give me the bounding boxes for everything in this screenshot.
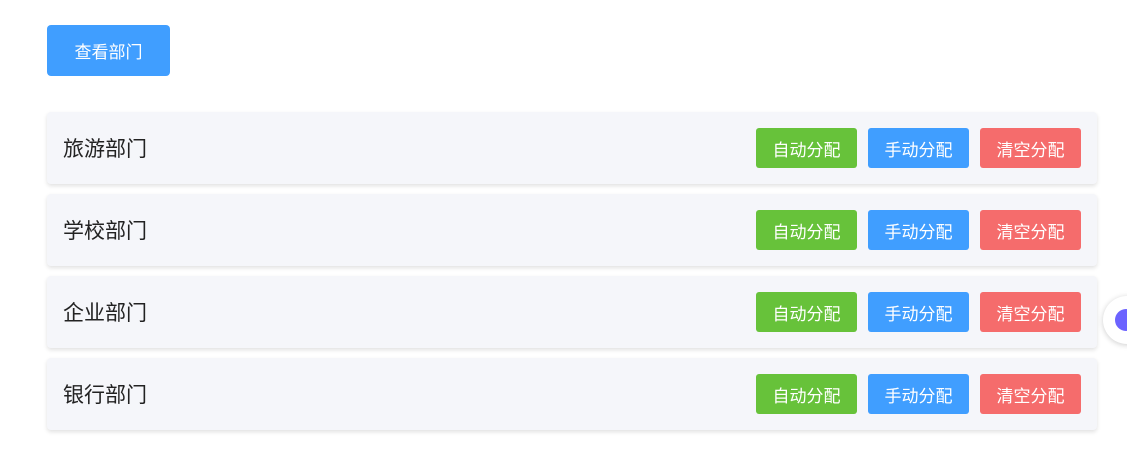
manual-assign-button[interactable]: 手动分配 xyxy=(868,210,969,250)
department-actions: 自动分配 手动分配 清空分配 xyxy=(756,374,1081,414)
view-departments-button[interactable]: 查看部门 xyxy=(47,25,170,76)
department-name: 旅游部门 xyxy=(63,137,147,161)
auto-assign-button[interactable]: 自动分配 xyxy=(756,210,857,250)
auto-assign-button[interactable]: 自动分配 xyxy=(756,292,857,332)
department-list: 旅游部门 自动分配 手动分配 清空分配 学校部门 自动分配 手动分配 清空分配 … xyxy=(47,112,1097,440)
department-actions: 自动分配 手动分配 清空分配 xyxy=(756,210,1081,250)
manual-assign-button[interactable]: 手动分配 xyxy=(868,374,969,414)
department-actions: 自动分配 手动分配 清空分配 xyxy=(756,128,1081,168)
clear-assign-button[interactable]: 清空分配 xyxy=(980,292,1081,332)
auto-assign-button[interactable]: 自动分配 xyxy=(756,128,857,168)
assistant-icon xyxy=(1115,309,1127,331)
auto-assign-button[interactable]: 自动分配 xyxy=(756,374,857,414)
manual-assign-button[interactable]: 手动分配 xyxy=(868,292,969,332)
page: 查看部门 旅游部门 自动分配 手动分配 清空分配 学校部门 自动分配 手动分配 … xyxy=(0,0,1127,460)
department-row: 旅游部门 自动分配 手动分配 清空分配 xyxy=(47,112,1097,184)
department-name: 学校部门 xyxy=(63,219,147,243)
department-actions: 自动分配 手动分配 清空分配 xyxy=(756,292,1081,332)
department-row: 企业部门 自动分配 手动分配 清空分配 xyxy=(47,276,1097,348)
department-name: 企业部门 xyxy=(63,301,147,325)
department-name: 银行部门 xyxy=(63,383,147,407)
clear-assign-button[interactable]: 清空分配 xyxy=(980,374,1081,414)
manual-assign-button[interactable]: 手动分配 xyxy=(868,128,969,168)
clear-assign-button[interactable]: 清空分配 xyxy=(980,210,1081,250)
department-row: 银行部门 自动分配 手动分配 清空分配 xyxy=(47,358,1097,430)
floating-assistant-button[interactable] xyxy=(1103,296,1127,344)
clear-assign-button[interactable]: 清空分配 xyxy=(980,128,1081,168)
department-row: 学校部门 自动分配 手动分配 清空分配 xyxy=(47,194,1097,266)
